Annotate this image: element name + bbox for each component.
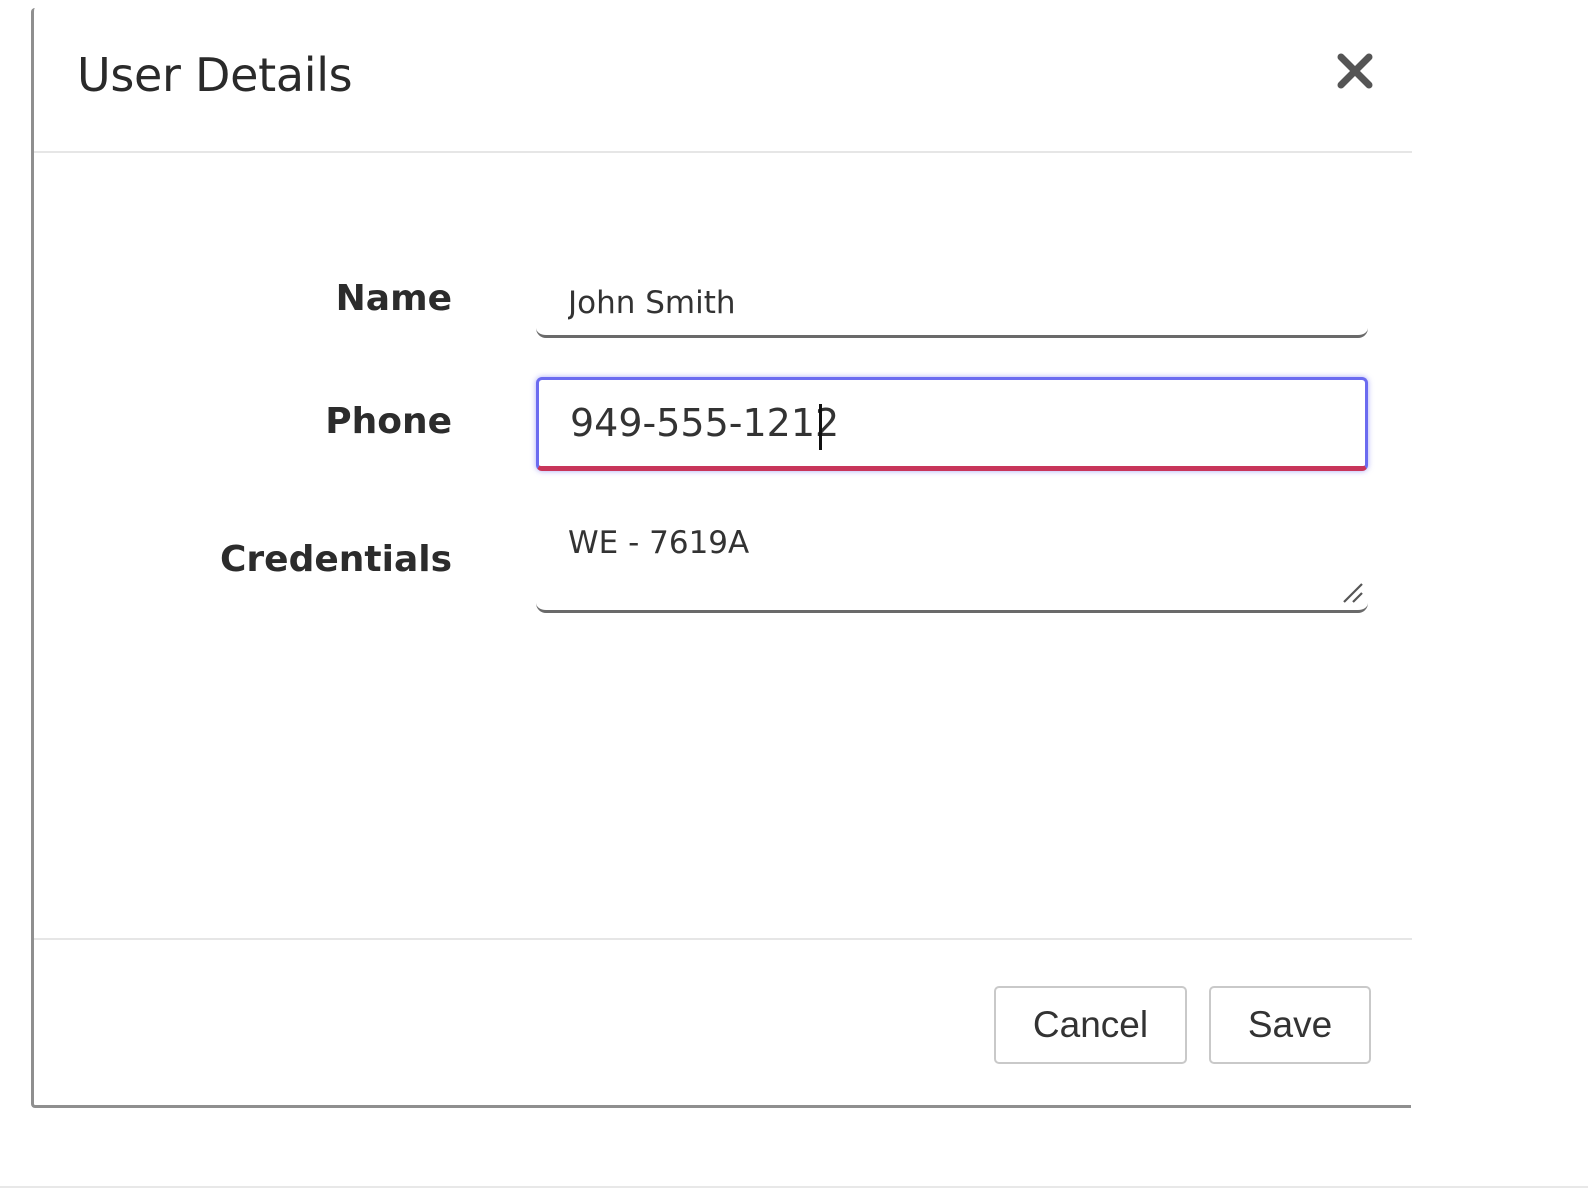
credentials-textarea[interactable]: WE - 7619A xyxy=(536,505,1368,610)
credentials-label: Credentials xyxy=(219,539,452,580)
name-row: Name xyxy=(34,270,1412,340)
divider xyxy=(0,1186,1588,1188)
close-icon xyxy=(1337,53,1373,89)
phone-label: Phone xyxy=(325,401,452,442)
phone-field[interactable] xyxy=(536,377,1368,471)
text-caret xyxy=(819,404,822,450)
phone-input[interactable] xyxy=(539,380,1365,466)
save-button[interactable]: Save xyxy=(1209,986,1371,1064)
credentials-row: Credentials WE - 7619A xyxy=(34,505,1412,615)
resize-handle-icon[interactable] xyxy=(1340,580,1366,606)
page: User Details Name Phone Credentials xyxy=(0,0,1588,1204)
dialog-title: User Details xyxy=(77,48,353,102)
dialog-header: User Details xyxy=(34,8,1412,153)
credentials-field[interactable]: WE - 7619A xyxy=(536,505,1368,613)
name-input[interactable] xyxy=(536,270,1368,338)
name-label: Name xyxy=(335,278,452,319)
dialog-footer: Cancel Save xyxy=(34,938,1412,1107)
cancel-button[interactable]: Cancel xyxy=(994,986,1187,1064)
user-details-dialog: User Details Name Phone Credentials xyxy=(31,8,1412,1108)
phone-row: Phone xyxy=(34,377,1412,471)
close-button[interactable] xyxy=(1332,48,1378,94)
